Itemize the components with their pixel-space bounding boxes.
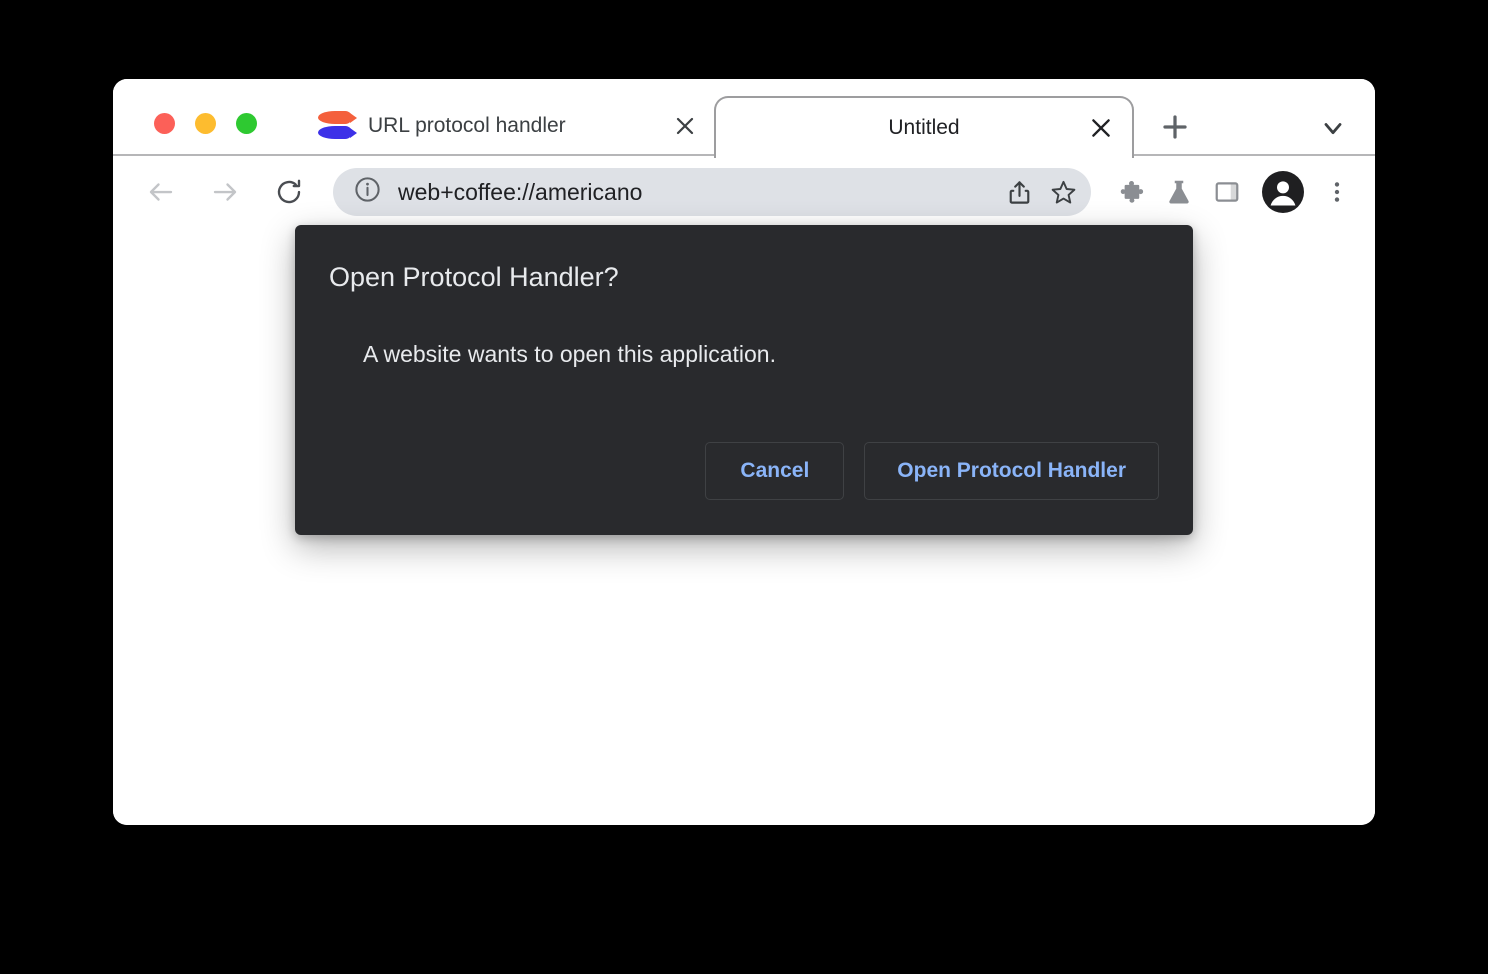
puzzle-piece-icon [1120,181,1144,203]
tab-url-protocol-handler[interactable]: URL protocol handler [301,96,716,156]
arrow-left-icon [149,183,173,201]
side-panel-icon [1215,182,1239,202]
dialog-button-row: Cancel Open Protocol Handler [705,442,1159,500]
three-dot-menu-icon [1334,182,1340,202]
address-bar-url[interactable]: web+coffee://americano [398,179,997,206]
tab-title: Untitled [888,116,960,139]
back-button[interactable] [139,170,183,214]
dialog-message: A website wants to open this application… [363,341,776,367]
forward-button[interactable] [203,170,247,214]
desktop-backdrop: URL protocol handler Untitled web+coffee… [0,0,1488,974]
extensions-button[interactable] [1107,168,1155,216]
open-protocol-handler-dialog: Open Protocol Handler? A website wants t… [295,225,1193,535]
share-icon [1009,180,1029,204]
arrow-right-icon [213,183,237,201]
tab-untitled[interactable]: Untitled [714,96,1134,158]
side-panel-button[interactable] [1203,168,1251,216]
tab-strip: URL protocol handler Untitled [113,79,1375,158]
dialog-title: Open Protocol Handler? [329,262,619,292]
fish-icon [318,109,357,143]
maximize-window-button[interactable] [236,113,257,134]
address-bar[interactable]: web+coffee://americano [333,168,1091,216]
tab-search-button[interactable] [1315,110,1351,146]
close-tab-button[interactable] [672,113,698,139]
close-window-button[interactable] [154,113,175,134]
close-tab-button[interactable] [1088,115,1114,141]
browser-menu-button[interactable] [1313,168,1361,216]
experiments-button[interactable] [1155,168,1203,216]
info-circle-icon [355,177,380,202]
close-icon [1092,119,1110,137]
new-tab-button[interactable] [1156,108,1194,146]
info-icon[interactable] [353,175,382,209]
avatar[interactable] [1259,168,1307,216]
close-icon [676,117,694,135]
share-button[interactable] [997,170,1041,214]
open-protocol-handler-button[interactable]: Open Protocol Handler [864,442,1159,500]
plus-icon [1163,115,1187,139]
tab-title: URL protocol handler [368,114,566,137]
star-icon [1051,180,1075,203]
flask-icon [1169,180,1189,204]
minimize-window-button[interactable] [195,113,216,134]
cancel-button[interactable]: Cancel [705,442,845,500]
reload-icon [277,179,301,204]
browser-toolbar: web+coffee://americano [113,156,1375,228]
window-traffic-lights [154,113,257,134]
chevron-down-icon [1324,123,1342,135]
bookmark-button[interactable] [1041,170,1085,214]
reload-button[interactable] [267,170,311,214]
person-avatar-icon [1262,171,1304,213]
